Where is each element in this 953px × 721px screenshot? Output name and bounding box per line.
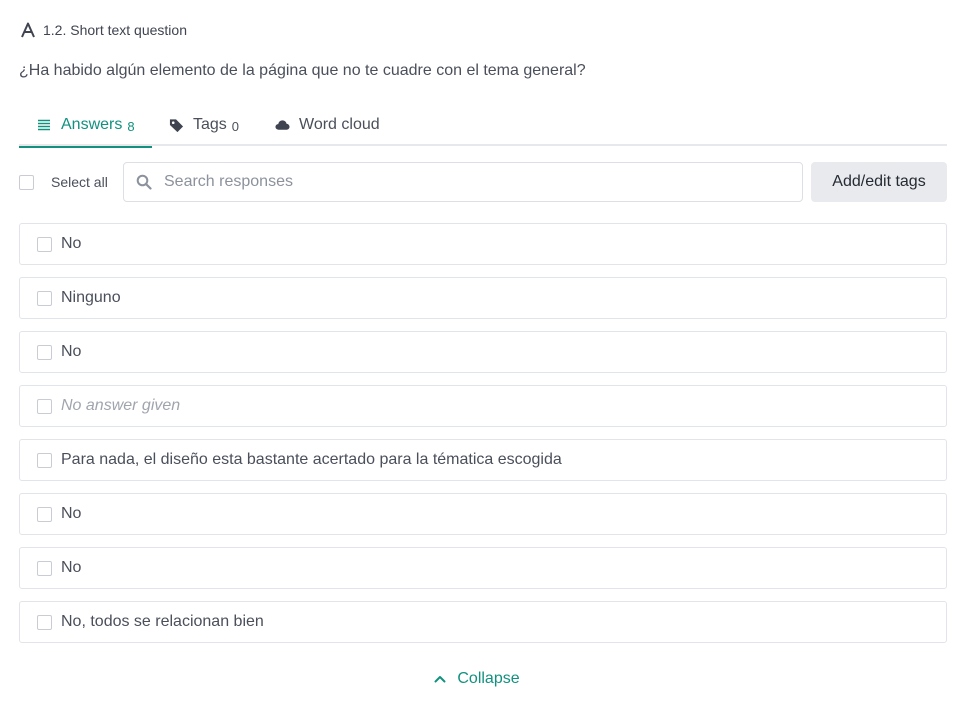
select-all-checkbox[interactable] — [19, 174, 34, 190]
answer-item[interactable]: Para nada, el diseño esta bastante acert… — [19, 439, 947, 481]
collapse-label: Collapse — [457, 670, 520, 687]
collapse-button[interactable]: Collapse — [0, 668, 953, 690]
answers-list: No Ninguno No No answer given Para nada,… — [19, 223, 947, 655]
tag-icon — [168, 117, 184, 133]
search-icon — [136, 174, 152, 190]
tab-answers[interactable]: Answers 8 — [19, 104, 152, 148]
answer-text: No — [61, 559, 82, 576]
answer-text-empty: No answer given — [61, 397, 181, 414]
answer-text: Para nada, el diseño esta bastante acert… — [61, 451, 562, 468]
answer-text: No — [61, 235, 82, 252]
question-header: 1.2. Short text question — [19, 20, 187, 40]
answer-text: Ninguno — [61, 289, 121, 306]
answer-text: No — [61, 343, 82, 360]
tab-answers-label: Answers — [61, 116, 123, 133]
select-all-control[interactable]: Select all — [19, 162, 108, 202]
search-input[interactable] — [164, 173, 764, 191]
answer-text: No — [61, 505, 82, 522]
text-a-icon — [19, 21, 37, 39]
answer-item[interactable]: No — [19, 223, 947, 265]
add-edit-tags-button[interactable]: Add/edit tags — [811, 162, 947, 202]
answers-toolbar: Select all Add/edit tags — [19, 162, 947, 202]
answer-item[interactable]: No, todos se relacionan bien — [19, 601, 947, 643]
answer-item[interactable]: No — [19, 493, 947, 535]
tab-tags[interactable]: Tags 0 — [168, 104, 239, 146]
answer-checkbox[interactable] — [37, 506, 52, 522]
answer-checkbox[interactable] — [37, 398, 52, 414]
tab-word-cloud[interactable]: Word cloud — [274, 104, 380, 146]
question-text: ¿Ha habido algún elemento de la página q… — [19, 62, 586, 79]
search-box[interactable] — [123, 162, 803, 202]
answer-checkbox[interactable] — [37, 560, 52, 576]
select-all-label: Select all — [51, 174, 108, 190]
answer-checkbox[interactable] — [37, 236, 52, 252]
answer-item[interactable]: Ninguno — [19, 277, 947, 319]
list-lines-icon — [36, 117, 52, 133]
tab-tags-count: 0 — [231, 119, 240, 134]
tab-word-cloud-label: Word cloud — [299, 116, 380, 133]
answer-checkbox[interactable] — [37, 344, 52, 360]
answer-item[interactable]: No — [19, 547, 947, 589]
answer-item[interactable]: No answer given — [19, 385, 947, 427]
answer-item[interactable]: No — [19, 331, 947, 373]
tab-bar: Answers 8 Tags 0 Word cloud — [19, 104, 947, 148]
question-type-label: 1.2. Short text question — [43, 22, 187, 38]
cloud-icon — [274, 117, 290, 133]
tab-tags-label: Tags — [193, 116, 227, 133]
answer-checkbox[interactable] — [37, 290, 52, 306]
chevron-up-icon — [433, 672, 447, 686]
answer-checkbox[interactable] — [37, 452, 52, 468]
answer-text: No, todos se relacionan bien — [61, 613, 264, 630]
answer-checkbox[interactable] — [37, 614, 52, 630]
tab-answers-count: 8 — [127, 119, 135, 134]
